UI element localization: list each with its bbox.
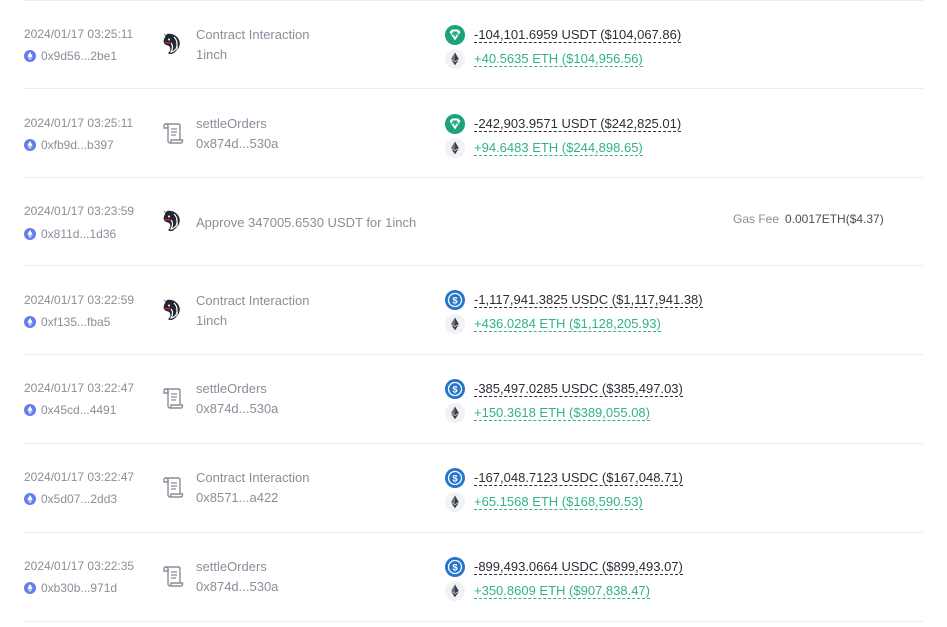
transaction-hash-link[interactable]: 0x811d...1d36 [24, 227, 116, 241]
svg-text:$: $ [452, 562, 458, 573]
eth-icon [445, 492, 465, 512]
contract-scroll-icon [159, 474, 185, 500]
action-title: Contract Interaction [196, 293, 310, 308]
action-subtitle[interactable]: 0x8571...a422 [196, 490, 278, 505]
balance-change: -242,903.9571 USDT ($242,825.01) [445, 114, 682, 134]
balance-change: +436.0284 ETH ($1,128,205.93) [445, 314, 661, 334]
transaction-row[interactable]: 2024/01/17 03:22:47 0x45cd...4491 settle… [0, 355, 947, 444]
gas-fee-value: 0.0017ETH($4.37) [785, 212, 884, 226]
transaction-hash[interactable]: 0xfb9d...b397 [41, 138, 114, 152]
oneinch-unicorn-icon [159, 297, 185, 323]
transaction-history-list: 2024/01/17 03:25:11 0x9d56...2be1 Contra… [0, 0, 947, 627]
ethereum-chain-icon [24, 404, 36, 416]
amount-out[interactable]: -899,493.0664 USDC ($899,493.07) [474, 559, 683, 575]
amount-in[interactable]: +350.8609 ETH ($907,838.47) [474, 583, 650, 599]
action-title: Contract Interaction [196, 470, 310, 485]
transaction-hash-link[interactable]: 0x5d07...2dd3 [24, 492, 117, 506]
transaction-row[interactable]: 2024/01/17 03:23:59 0x811d...1d36 Approv… [0, 178, 947, 266]
gas-fee-label: Gas Fee [733, 212, 780, 226]
amount-out[interactable]: -104,101.6959 USDT ($104,067.86) [474, 27, 682, 43]
transaction-hash[interactable]: 0x9d56...2be1 [41, 49, 117, 63]
transaction-row[interactable]: 2024/01/17 03:22:35 0xb30b...971d settle… [0, 533, 947, 622]
action-title: settleOrders [196, 116, 267, 131]
balance-change: $ -385,497.0285 USDC ($385,497.03) [445, 379, 683, 399]
balance-change: +40.5635 ETH ($104,956.56) [445, 49, 643, 69]
transaction-row[interactable]: 2024/01/17 03:25:11 0x9d56...2be1 Contra… [0, 0, 947, 89]
action-subtitle[interactable]: 0x874d...530a [196, 136, 278, 151]
usdt-icon [445, 25, 465, 45]
amount-out[interactable]: -385,497.0285 USDC ($385,497.03) [474, 381, 683, 397]
transaction-time: 2024/01/17 03:22:35 [24, 559, 135, 573]
usdc-icon: $ [445, 468, 465, 488]
transaction-hash[interactable]: 0x45cd...4491 [41, 403, 116, 417]
eth-icon [445, 49, 465, 69]
ethereum-chain-icon [24, 493, 36, 505]
action-title: settleOrders [196, 559, 267, 574]
action-subtitle[interactable]: 1inch [196, 47, 227, 62]
balance-change: $ -899,493.0664 USDC ($899,493.07) [445, 557, 683, 577]
transaction-row[interactable]: 2024/01/17 03:22:59 0xf135...fba5 Contra… [0, 266, 947, 355]
svg-text:$: $ [452, 384, 458, 395]
amount-out[interactable]: -242,903.9571 USDT ($242,825.01) [474, 116, 682, 132]
transaction-row[interactable]: 2024/01/17 03:22:47 0x5d07...2dd3 Contra… [0, 444, 947, 533]
transaction-hash-link[interactable]: 0xf135...fba5 [24, 315, 110, 329]
usdc-icon: $ [445, 557, 465, 577]
usdt-icon [445, 114, 465, 134]
amount-in[interactable]: +94.6483 ETH ($244,898.65) [474, 140, 643, 156]
balance-change: $ -167,048.7123 USDC ($167,048.71) [445, 468, 683, 488]
svg-text:$: $ [452, 473, 458, 484]
transaction-row[interactable]: 2024/01/17 03:25:11 0xfb9d...b397 settle… [0, 89, 947, 178]
balance-change: +150.3618 ETH ($389,055.08) [445, 403, 650, 423]
balance-change: $ -1,117,941.3825 USDC ($1,117,941.38) [445, 290, 703, 310]
amount-in[interactable]: +65.1568 ETH ($168,590.53) [474, 494, 643, 510]
contract-scroll-icon [159, 385, 185, 411]
amount-in[interactable]: +40.5635 ETH ($104,956.56) [474, 51, 643, 67]
transaction-hash-link[interactable]: 0xfb9d...b397 [24, 138, 114, 152]
action-title: Approve 347005.6530 USDT for 1inch [196, 215, 417, 230]
svg-text:$: $ [452, 295, 458, 306]
amount-in[interactable]: +150.3618 ETH ($389,055.08) [474, 405, 650, 421]
amount-in[interactable]: +436.0284 ETH ($1,128,205.93) [474, 316, 661, 332]
transaction-time: 2024/01/17 03:25:11 [24, 27, 134, 41]
balance-change: +65.1568 ETH ($168,590.53) [445, 492, 643, 512]
transaction-hash-link[interactable]: 0x9d56...2be1 [24, 49, 117, 63]
transaction-hash-link[interactable]: 0xb30b...971d [24, 581, 117, 595]
balance-change: -104,101.6959 USDT ($104,067.86) [445, 25, 682, 45]
oneinch-unicorn-icon [159, 31, 185, 57]
contract-scroll-icon [159, 120, 185, 146]
balance-change: +94.6483 ETH ($244,898.65) [445, 138, 643, 158]
eth-icon [445, 581, 465, 601]
usdc-icon: $ [445, 379, 465, 399]
balance-change: +350.8609 ETH ($907,838.47) [445, 581, 650, 601]
action-subtitle[interactable]: 1inch [196, 313, 227, 328]
transaction-time: 2024/01/17 03:22:47 [24, 381, 135, 395]
usdc-icon: $ [445, 290, 465, 310]
transaction-time: 2024/01/17 03:23:59 [24, 204, 135, 218]
transaction-hash[interactable]: 0xb30b...971d [41, 581, 117, 595]
contract-scroll-icon [159, 563, 185, 589]
action-title: settleOrders [196, 381, 267, 396]
transaction-hash-link[interactable]: 0x45cd...4491 [24, 403, 116, 417]
transaction-hash[interactable]: 0xf135...fba5 [41, 315, 110, 329]
ethereum-chain-icon [24, 228, 36, 240]
eth-icon [445, 403, 465, 423]
amount-out[interactable]: -1,117,941.3825 USDC ($1,117,941.38) [474, 292, 703, 308]
transaction-hash[interactable]: 0x811d...1d36 [41, 227, 116, 241]
divider [24, 621, 923, 622]
oneinch-unicorn-icon [159, 208, 185, 234]
transaction-time: 2024/01/17 03:22:47 [24, 470, 135, 484]
ethereum-chain-icon [24, 316, 36, 328]
ethereum-chain-icon [24, 139, 36, 151]
transaction-time: 2024/01/17 03:22:59 [24, 293, 135, 307]
ethereum-chain-icon [24, 582, 36, 594]
transaction-time: 2024/01/17 03:25:11 [24, 116, 134, 130]
action-subtitle[interactable]: 0x874d...530a [196, 401, 278, 416]
action-title: Contract Interaction [196, 27, 310, 42]
transaction-hash[interactable]: 0x5d07...2dd3 [41, 492, 117, 506]
eth-icon [445, 138, 465, 158]
eth-icon [445, 314, 465, 334]
ethereum-chain-icon [24, 50, 36, 62]
amount-out[interactable]: -167,048.7123 USDC ($167,048.71) [474, 470, 683, 486]
action-subtitle[interactable]: 0x874d...530a [196, 579, 278, 594]
